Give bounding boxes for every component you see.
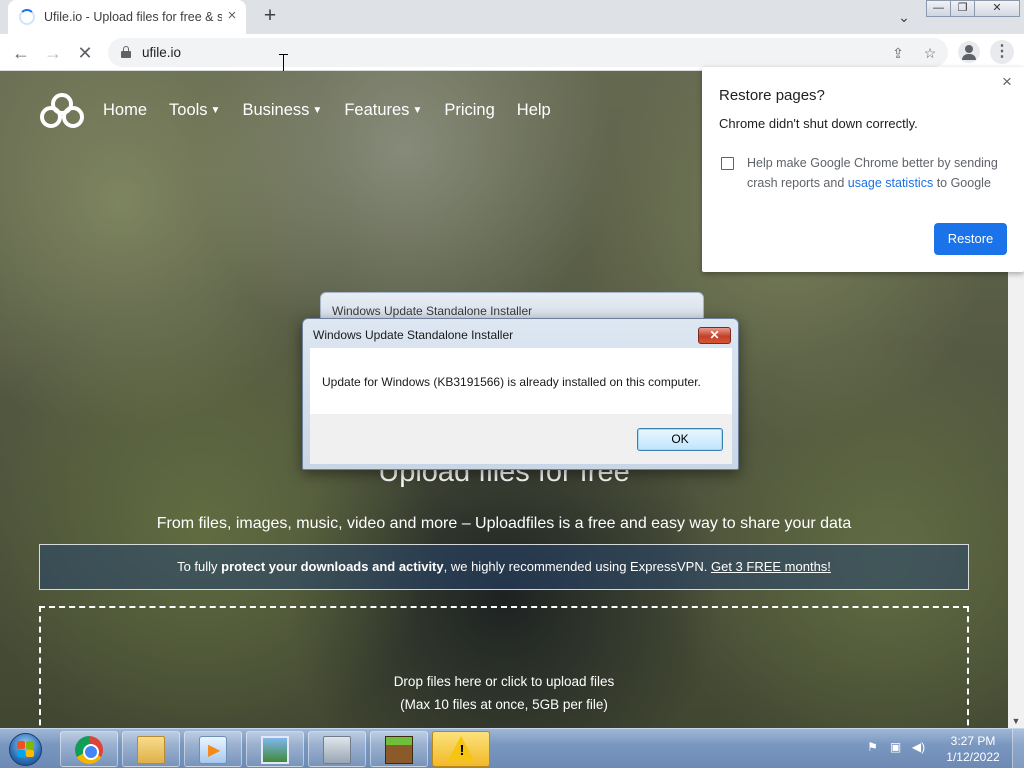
network-icon[interactable]: ▣ (887, 739, 904, 756)
share-icon[interactable]: ⇪ (888, 43, 908, 63)
vpn-promo-banner: To fully protect your downloads and acti… (39, 544, 969, 590)
chevron-down-icon: ▼ (312, 105, 323, 116)
taskbar-explorer[interactable] (122, 731, 180, 767)
text-cursor-icon (279, 54, 288, 72)
window-controls: — ❐ ✕ (926, 0, 1020, 17)
tab-close-icon[interactable]: × (224, 8, 240, 24)
taskbar-chrome[interactable] (60, 731, 118, 767)
installer-icon (323, 736, 351, 764)
clock-date: 1/12/2022 (946, 750, 1000, 764)
browser-tab[interactable]: Ufile.io - Upload files for free & s × (8, 0, 246, 34)
taskbar: ! ⚑ ▣ ◀) 3:27 PM 1/12/2022 (0, 728, 1024, 768)
taskbar-clock[interactable]: 3:27 PM 1/12/2022 (940, 733, 1006, 765)
lock-icon[interactable] (121, 46, 131, 58)
scroll-down-arrow-icon[interactable]: ▼ (1008, 716, 1024, 726)
media-player-icon (199, 736, 227, 764)
dialog-body: Update for Windows (KB3191566) is alread… (310, 348, 732, 414)
checkbox-label: Help make Google Chrome better by sendin… (747, 156, 998, 170)
taskbar-installer[interactable] (308, 731, 366, 767)
checkbox-label-line2: crash reports and usage statistics to Go… (747, 176, 991, 190)
chrome-icon (75, 736, 103, 764)
nav-home[interactable]: Home (103, 101, 147, 120)
clock-time: 3:27 PM (950, 734, 996, 748)
bookmark-star-icon[interactable]: ☆ (920, 43, 940, 63)
dropzone-limits: (Max 10 files at once, 5GB per file) (400, 697, 608, 712)
tab-search-icon[interactable]: ⌄ (894, 8, 914, 26)
close-icon[interactable]: × (998, 73, 1016, 91)
taskbar-windows-update[interactable]: ! (432, 731, 490, 767)
restore-button[interactable]: Restore (934, 223, 1007, 255)
dialog-message: Update for Windows (KB3191566) is alread… (322, 375, 701, 389)
site-nav: Home Tools ▼ Business ▼ Features ▼ Pricing … (103, 101, 573, 120)
hero-subtitle: From files, images, music, video and mor… (156, 515, 852, 532)
restore-pages-bubble: Restore pages? × Chrome didn't shut down… (702, 67, 1024, 272)
loading-spinner-icon (19, 9, 35, 25)
usage-statistics-link[interactable]: usage statistics (848, 176, 933, 190)
kebab-menu-icon[interactable]: ⋮ (990, 40, 1014, 64)
folder-icon (137, 736, 165, 764)
nav-help[interactable]: Help (517, 101, 551, 120)
background-window-title: Windows Update Standalone Installer (332, 304, 533, 318)
windows-flag-icon (17, 741, 34, 757)
dialog-footer: OK (310, 414, 732, 464)
dropzone-instruction: Drop files here or click to upload files (393, 674, 615, 689)
restore-window-button[interactable]: ❐ (950, 0, 975, 17)
profile-icon[interactable] (958, 41, 980, 63)
back-arrow-icon[interactable]: ← (8, 40, 34, 66)
url-text[interactable]: ufile.io (142, 45, 181, 60)
promo-link[interactable]: Get 3 FREE months! (711, 559, 831, 574)
browser-toolbar: ← → ✕ ufile.io ⇪ ☆ ⋮ (0, 34, 1024, 71)
ufile-logo-icon[interactable] (38, 93, 86, 129)
taskbar-media-player[interactable] (184, 731, 242, 767)
address-bar[interactable]: ufile.io ⇪ ☆ (108, 38, 948, 67)
forward-arrow-icon[interactable]: → (40, 40, 66, 66)
chevron-down-icon: ▼ (412, 105, 423, 116)
restore-message: Chrome didn't shut down correctly. (719, 116, 918, 131)
promo-bold-text: protect your downloads and activity (221, 559, 444, 574)
dialog-title: Windows Update Standalone Installer (313, 328, 514, 342)
nav-pricing[interactable]: Pricing (444, 101, 494, 120)
dialog-close-button[interactable]: ✕ (698, 327, 731, 344)
chevron-down-icon: ▼ (210, 105, 221, 116)
nav-business[interactable]: Business ▼ (242, 101, 322, 120)
taskbar-minecraft[interactable] (370, 731, 428, 767)
usage-stats-checkbox[interactable] (721, 157, 734, 170)
start-button[interactable] (6, 731, 46, 767)
volume-icon[interactable]: ◀) (910, 739, 927, 756)
system-tray: ⚑ ▣ ◀) (864, 739, 927, 756)
photo-viewer-icon (261, 736, 289, 764)
tab-strip: Ufile.io - Upload files for free & s × +… (0, 0, 1024, 34)
ok-button[interactable]: OK (637, 428, 723, 451)
minecraft-icon (385, 736, 413, 764)
tab-title: Ufile.io - Upload files for free & s (44, 10, 222, 24)
restore-title: Restore pages? (719, 87, 825, 104)
show-desktop-button[interactable] (1012, 729, 1024, 768)
stop-loading-icon[interactable]: ✕ (72, 40, 98, 66)
new-tab-button[interactable]: + (258, 4, 282, 28)
nav-features[interactable]: Features ▼ (344, 101, 422, 120)
taskbar-photo-viewer[interactable] (246, 731, 304, 767)
installer-dialog: Windows Update Standalone Installer ✕ Up… (302, 318, 739, 470)
close-window-button[interactable]: ✕ (974, 0, 1020, 17)
minimize-button[interactable]: — (926, 0, 951, 17)
action-center-flag-icon[interactable]: ⚑ (864, 739, 881, 756)
file-dropzone[interactable]: Drop files here or click to upload files… (39, 606, 969, 728)
nav-tools[interactable]: Tools ▼ (169, 101, 220, 120)
